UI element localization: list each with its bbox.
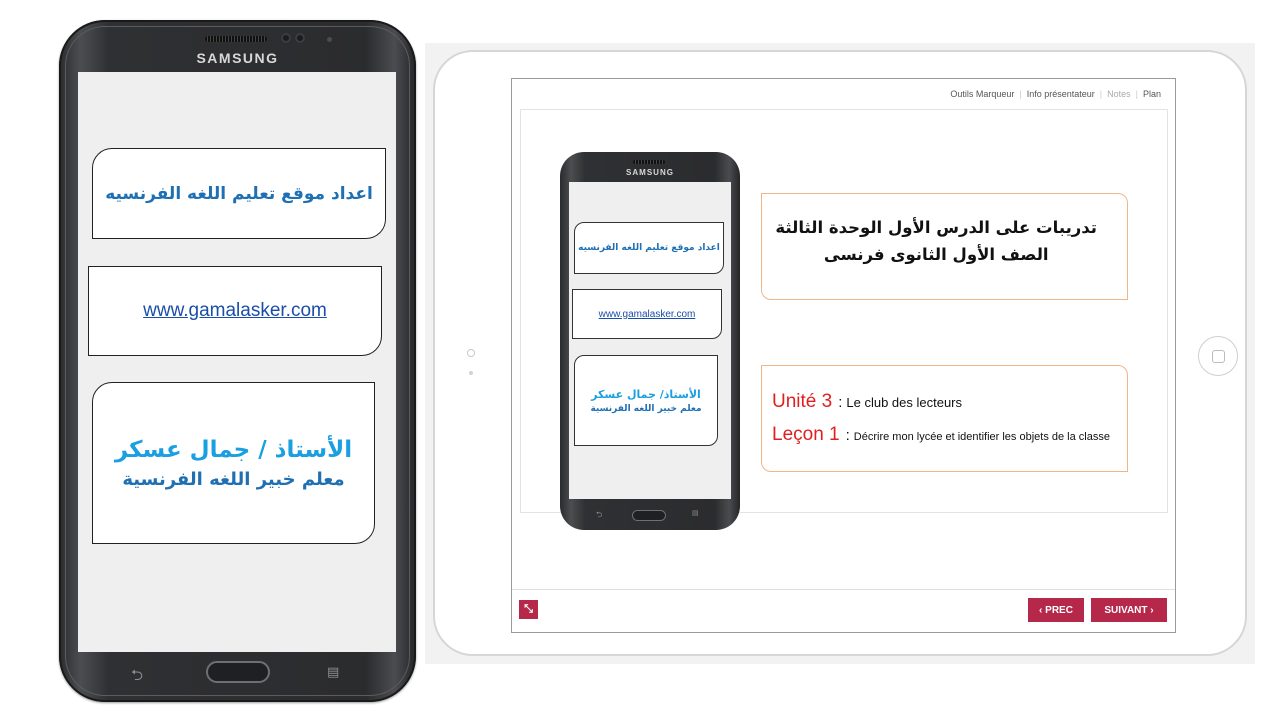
nav-separator: |: [1135, 89, 1138, 99]
slide-title-line-2: الصف الأول الثانوى فرنسى: [823, 245, 1049, 264]
tablet-camera-icon: [467, 349, 475, 357]
tablet-home-button: [1198, 336, 1238, 376]
slide-phone-mockup: SAMSUNG اعداد موقع تعليم اللغه الفرنسيه …: [560, 152, 740, 530]
phone-brand: SAMSUNG: [196, 50, 279, 66]
site-url-card: www.gamalasker.com: [88, 266, 382, 356]
nav-presenter-info[interactable]: Info présentateur: [1027, 89, 1095, 99]
site-title-text: اعداد موقع تعليم اللغه الفرنسيه: [105, 183, 373, 204]
colon: :: [838, 394, 843, 411]
menu-icon: ▤: [327, 665, 340, 680]
back-icon: ⮌: [131, 666, 144, 684]
phone-mockup: SAMSUNG اعداد موقع تعليم اللغه الفرنسيه …: [59, 20, 416, 702]
unit-line: Unité 3: Le club des lecteurs: [772, 391, 962, 413]
lesson-label: Leçon 1: [772, 424, 840, 445]
presentation-viewer: Outils Marqueur | Info présentateur | Notes |…: [511, 78, 1176, 633]
site-url-link[interactable]: www.gamalasker.com: [143, 300, 327, 322]
slide-site-title-text: اعداد موقع تعليم اللغه الفرنسيه: [578, 243, 720, 253]
nav-separator: |: [1019, 89, 1022, 99]
slide-title-box: تدريبات على الدرس الأول الوحدة الثالثة ا…: [761, 193, 1128, 300]
square-icon: [1211, 349, 1225, 363]
slide-teacher-name: الأستاذ/ جمال عسكر: [591, 387, 701, 401]
unit-text: Le club des lecteurs: [846, 395, 962, 410]
slide-phone-brand: SAMSUNG: [626, 168, 674, 177]
nav-plan[interactable]: Plan: [1143, 89, 1161, 99]
teacher-name: الأستاذ / جمال عسكر: [114, 436, 353, 463]
home-button: [632, 510, 666, 521]
sensor-icon: [295, 33, 305, 43]
slide-teacher-role: معلم خبير اللغه الفرنسية: [590, 403, 702, 414]
nav-notes[interactable]: Notes: [1107, 89, 1131, 99]
speaker-grille: [633, 160, 665, 164]
menu-icon: ▤: [692, 509, 699, 517]
tablet-sensor-icon: [469, 371, 473, 375]
slide-phone-screen: اعداد موقع تعليم اللغه الفرنسيه www.gama…: [569, 182, 731, 499]
tablet-mockup: Outils Marqueur | Info présentateur | Notes |…: [425, 43, 1255, 664]
home-button: [206, 661, 270, 683]
slide-site-title-card: اعداد موقع تعليم اللغه الفرنسيه: [574, 222, 724, 274]
site-title-card: اعداد موقع تعليم اللغه الفرنسيه: [92, 148, 386, 239]
phone-screen: اعداد موقع تعليم اللغه الفرنسيه www.gama…: [78, 72, 396, 652]
slide-title: تدريبات على الدرس الأول الوحدة الثالثة ا…: [775, 214, 1097, 268]
teacher-card: الأستاذ / جمال عسكر معلم خبير اللغه الفر…: [92, 382, 375, 544]
slide-site-url-link[interactable]: www.gamalasker.com: [599, 309, 696, 320]
slide-canvas: SAMSUNG اعداد موقع تعليم اللغه الفرنسيه …: [520, 109, 1168, 530]
lesson-text: Décrire mon lycée et identifier les obje…: [853, 431, 1110, 443]
nav-marker-tools[interactable]: Outils Marqueur: [950, 89, 1014, 99]
slide-title-line-1: تدريبات على الدرس الأول الوحدة الثالثة: [775, 218, 1097, 237]
front-camera-icon: [281, 33, 291, 43]
viewer-bottom-bar: [512, 589, 1175, 590]
colon: :: [845, 427, 850, 444]
unit-label: Unité 3: [772, 391, 833, 412]
lesson-info-box: Unité 3: Le club des lecteurs Leçon 1: Déc…: [761, 365, 1128, 472]
slide-teacher-card: الأستاذ/ جمال عسكر معلم خبير اللغه الفرن…: [574, 355, 718, 446]
slide-site-url-card: www.gamalasker.com: [572, 289, 722, 339]
lesson-line: Leçon 1: Décrire mon lycée et identifier …: [772, 424, 1110, 446]
next-button[interactable]: SUIVANT ›: [1091, 598, 1167, 622]
proximity-sensor-icon: [327, 37, 332, 42]
expand-icon[interactable]: ⤡: [519, 600, 538, 619]
viewer-top-nav: Outils Marqueur | Info présentateur | Notes |…: [950, 89, 1161, 99]
prev-button[interactable]: ‹ PREC: [1028, 598, 1084, 622]
nav-separator: |: [1099, 89, 1103, 99]
speaker-grille: [205, 36, 267, 42]
teacher-role: معلم خبير اللغه الفرنسية: [122, 468, 345, 490]
back-icon: ⮌: [596, 510, 603, 519]
